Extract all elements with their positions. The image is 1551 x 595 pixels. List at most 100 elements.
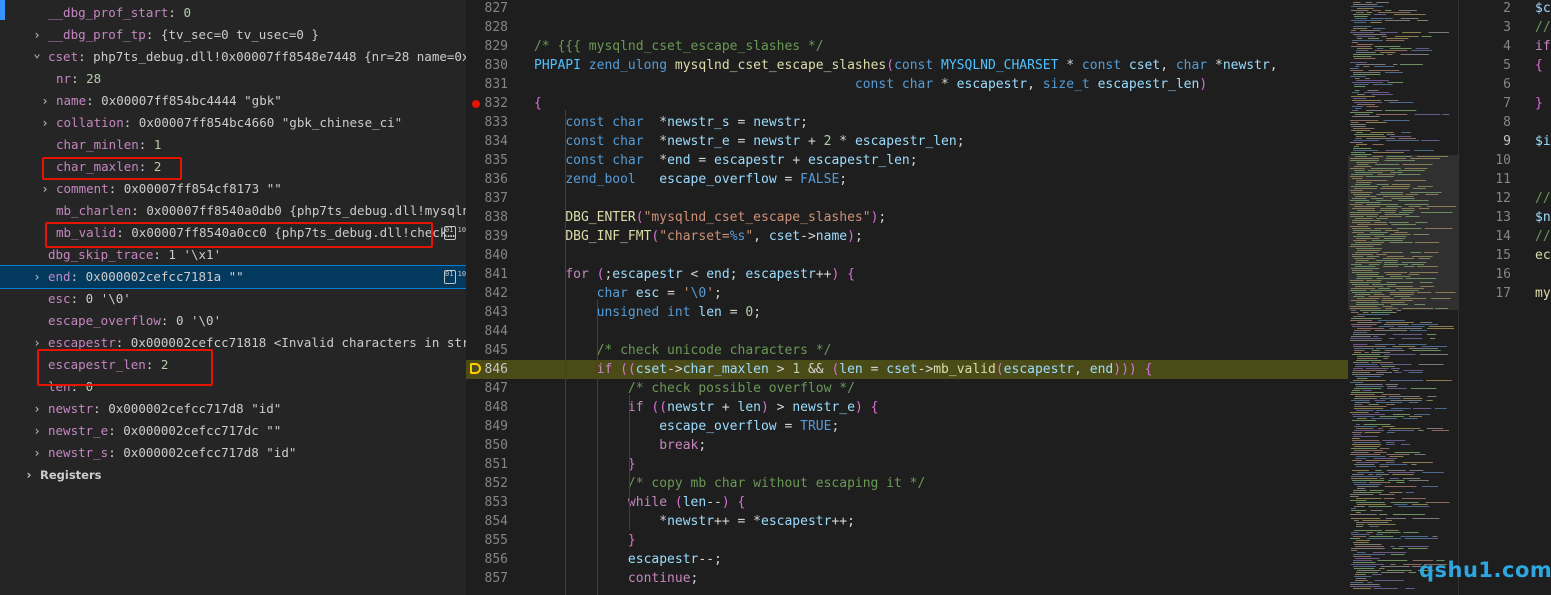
code-line[interactable]: 830 PHPAPI zend_ulong mysqlnd_cset_escape…	[466, 56, 1348, 75]
variable-row-newstr[interactable]: › newstr: 0x000002cefcc717d8 "id"	[0, 398, 466, 420]
chevron-right-icon[interactable]: ›	[32, 398, 42, 420]
variable-row-newstr-e[interactable]: › newstr_e: 0x000002cefcc717dc ""	[0, 420, 466, 442]
variable-row-char-minlen[interactable]: char_minlen: 1	[0, 134, 466, 156]
code-line[interactable]: 835 const char *end = escapestr + escape…	[466, 151, 1348, 170]
code-line[interactable]: 829 /* {{{ mysqlnd_cset_escape_slashes */	[466, 37, 1348, 56]
minimap-line	[1405, 588, 1415, 589]
code-line[interactable]: 838 DBG_ENTER("mysqlnd_cset_escape_slash…	[466, 208, 1348, 227]
secondary-code-line[interactable]: 7}	[1459, 94, 1551, 113]
minimap-slider[interactable]	[1348, 155, 1458, 310]
minimap-line	[1399, 64, 1423, 65]
code-line[interactable]: 836 zend_bool escape_overflow = FALSE;	[466, 170, 1348, 189]
variable-row-end[interactable]: › end: 0x000002cefcc7181a "" 01 10	[0, 265, 466, 289]
variable-row---dbg-prof-tp[interactable]: › __dbg_prof_tp: {tv_sec=0 tv_usec=0 }	[0, 24, 466, 46]
variable-row-dbg-skip-trace[interactable]: dbg_skip_trace: 1 '\x1'	[0, 244, 466, 266]
variable-row-escapestr-len[interactable]: escapestr_len: 2	[0, 354, 466, 376]
variable-row-collation[interactable]: › collation: 0x00007ff854bc4660 "gbk_chin…	[0, 112, 466, 134]
variable-row-escapestr[interactable]: › escapestr: 0x000002cefcc71818 <Invalid …	[0, 332, 466, 354]
variable-row-len[interactable]: len: 0	[0, 376, 466, 398]
code-line[interactable]: 851 }	[466, 455, 1348, 474]
code-line[interactable]: 846 if ((cset->char_maxlen > 1 && (len =…	[466, 360, 1348, 379]
secondary-code-line[interactable]: 17 my	[1459, 284, 1551, 303]
code-line[interactable]: 828	[466, 18, 1348, 37]
secondary-code-line[interactable]: 12 //	[1459, 189, 1551, 208]
minimap-line	[1375, 402, 1403, 403]
code-line[interactable]: 827	[466, 0, 1348, 18]
secondary-code-line[interactable]: 4 if	[1459, 37, 1551, 56]
minimap-line	[1417, 20, 1429, 21]
secondary-code-line[interactable]: 9 $id	[1459, 132, 1551, 151]
registers-section[interactable]: › Registers	[0, 464, 466, 486]
view-binary-data-icon[interactable]: 01 10	[444, 226, 466, 240]
chevron-right-icon[interactable]: ›	[32, 24, 42, 46]
variable-row-nr[interactable]: nr: 28	[0, 68, 466, 90]
code-line[interactable]: 855 }	[466, 531, 1348, 550]
minimap-line	[1351, 518, 1381, 519]
code-line[interactable]: 833 const char *newstr_s = newstr;	[466, 113, 1348, 132]
secondary-code-line[interactable]: 5{	[1459, 56, 1551, 75]
minimap-line	[1431, 430, 1449, 431]
variable-row-esc[interactable]: esc: 0 '\0'	[0, 288, 466, 310]
code-line[interactable]: 853 while (len--) {	[466, 493, 1348, 512]
variable-row-name[interactable]: › name: 0x00007ff854bc4444 "gbk"	[0, 90, 466, 112]
code-line[interactable]: 844	[466, 322, 1348, 341]
secondary-editor[interactable]: 2$co3//4if5{67}89$id101112//13$ne14//15e…	[1458, 0, 1551, 595]
code-line[interactable]: 845 /* check unicode characters */	[466, 341, 1348, 360]
secondary-code-line[interactable]: 16	[1459, 265, 1551, 284]
view-binary-data-icon[interactable]: 01 10	[444, 270, 466, 284]
secondary-code-line[interactable]: 11	[1459, 170, 1551, 189]
code-text: //	[1535, 229, 1551, 244]
code-line[interactable]: 849 escape_overflow = TRUE;	[466, 417, 1348, 436]
variable-name: nr	[56, 71, 72, 86]
chevron-right-icon[interactable]: ›	[40, 90, 50, 112]
code-line[interactable]: 832 {	[466, 94, 1348, 113]
minimap-line	[1399, 546, 1429, 547]
code-line[interactable]: 847 /* check possible overflow */	[466, 379, 1348, 398]
minimap-line	[1351, 564, 1384, 565]
code-editor[interactable]: 827 828 829 /* {{{ mysqlnd_cset_escape_slas…	[466, 0, 1348, 595]
code-line[interactable]: 856 escapestr--;	[466, 550, 1348, 569]
chevron-right-icon[interactable]: ›	[32, 332, 42, 354]
code-text: if ((cset->char_maxlen > 1 && (len = cse…	[596, 362, 1153, 377]
code-line[interactable]: 842 char esc = '\0';	[466, 284, 1348, 303]
code-line[interactable]: 839 DBG_INF_FMT("charset=%s", cset->name…	[466, 227, 1348, 246]
secondary-code-line[interactable]: 8	[1459, 113, 1551, 132]
variable-row-char-maxlen[interactable]: char_maxlen: 2	[0, 156, 466, 178]
code-line[interactable]: 850 break;	[466, 436, 1348, 455]
secondary-code-line[interactable]: 14 //	[1459, 227, 1551, 246]
minimap-line	[1357, 356, 1390, 357]
secondary-code-line[interactable]: 13 $ne	[1459, 208, 1551, 227]
secondary-code-line[interactable]: 3 //	[1459, 18, 1551, 37]
chevron-right-icon[interactable]: ›	[40, 112, 50, 134]
variable-row-newstr-s[interactable]: › newstr_s: 0x000002cefcc717d8 "id"	[0, 442, 466, 464]
code-line[interactable]: 852 /* copy mb char without escaping it …	[466, 474, 1348, 493]
code-line[interactable]: 840	[466, 246, 1348, 265]
chevron-right-icon[interactable]: ›	[40, 178, 50, 200]
variable-row-mb-charlen[interactable]: mb_charlen: 0x00007ff8540a0db0 {php7ts_d…	[0, 200, 466, 222]
code-line[interactable]: 834 const char *newstr_e = newstr + 2 * …	[466, 132, 1348, 151]
code-line[interactable]: 857 continue;	[466, 569, 1348, 588]
chevron-right-icon[interactable]: ›	[32, 442, 42, 464]
secondary-code-line[interactable]: 15 ec	[1459, 246, 1551, 265]
variable-row---dbg-prof-start[interactable]: __dbg_prof_start: 0	[0, 2, 466, 24]
minimap[interactable]	[1348, 0, 1458, 595]
secondary-code-line[interactable]: 2 $co	[1459, 0, 1551, 18]
chevron-down-icon[interactable]: ⌄	[32, 46, 42, 64]
code-line[interactable]: 831 const char * escapestr, size_t escap…	[466, 75, 1348, 94]
secondary-code-line[interactable]: 6	[1459, 75, 1551, 94]
indent-guide	[597, 300, 598, 595]
code-line[interactable]: 841 for (;escapestr < end; escapestr++) …	[466, 265, 1348, 284]
code-line[interactable]: 854 *newstr++ = *escapestr++;	[466, 512, 1348, 531]
variable-row-cset[interactable]: ⌄ cset: php7ts_debug.dll!0x00007ff8548e74…	[0, 46, 466, 68]
secondary-code-line[interactable]: 10	[1459, 151, 1551, 170]
variable-value: 0x000002cefcc7181a ""	[85, 269, 244, 284]
variable-row-comment[interactable]: › comment: 0x00007ff854cf8173 ""	[0, 178, 466, 200]
variable-row-mb-valid[interactable]: mb_valid: 0x00007ff8540a0cc0 {php7ts_deb…	[0, 222, 466, 244]
chevron-right-icon[interactable]: ›	[32, 420, 42, 442]
code-line[interactable]: 848 if ((newstr + len) > newstr_e) {	[466, 398, 1348, 417]
variable-value: 2	[160, 357, 169, 372]
code-line[interactable]: 843 unsigned int len = 0;	[466, 303, 1348, 322]
code-line[interactable]: 837	[466, 189, 1348, 208]
chevron-right-icon[interactable]: ›	[32, 266, 42, 288]
variable-row-escape-overflow[interactable]: escape_overflow: 0 '\0'	[0, 310, 466, 332]
